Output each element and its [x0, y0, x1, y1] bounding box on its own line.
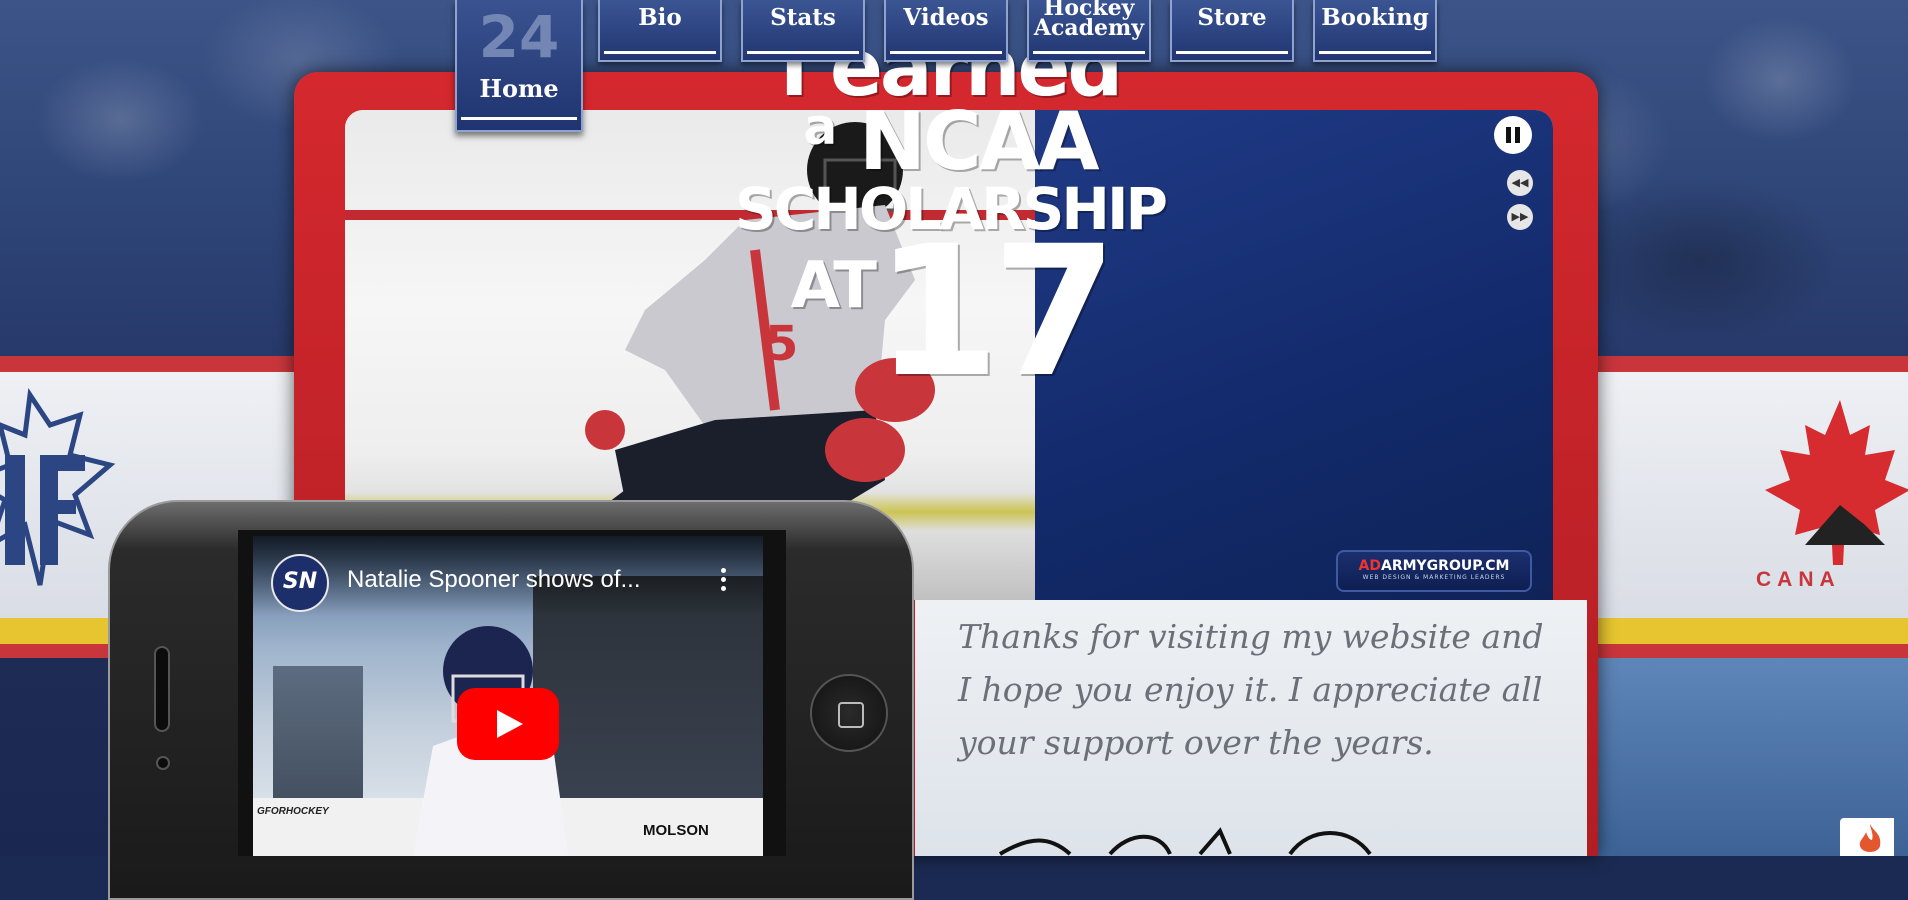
- nav-hockey-academy-label: Hockey Academy: [1033, 0, 1145, 41]
- nav-videos-label: Videos: [903, 4, 989, 31]
- nav-booking-tab[interactable]: Booking: [1313, 0, 1437, 62]
- nav-stripe: [604, 51, 716, 54]
- nav-home-tab[interactable]: 24 Home: [455, 0, 583, 132]
- fire-glyph: [1859, 824, 1881, 852]
- video-board-ad: GFORHOCKEY: [257, 806, 329, 817]
- maple-leafs-logo-fragment: [0, 388, 116, 586]
- nav-stats-label: Stats: [770, 4, 836, 31]
- nav-home-label: Home: [479, 74, 559, 103]
- phone-camera: [156, 756, 170, 770]
- adarmygroup-badge[interactable]: ADARMYGROUP.CM WEB DESIGN & MARKETING LE…: [1336, 550, 1532, 592]
- headline-line-2a: a: [803, 98, 837, 156]
- nav-stripe: [1033, 51, 1145, 54]
- jersey-number: 24: [478, 3, 560, 71]
- headline-line-5: 17: [874, 208, 1117, 417]
- nav-videos-tab[interactable]: Videos: [884, 0, 1008, 62]
- youtube-embed[interactable]: GFORHOCKEY MOLSON SN Natalie Spooner sho…: [253, 536, 763, 856]
- badge-tagline: WEB DESIGN & MARKETING LEADERS: [1362, 574, 1506, 581]
- canada-logo-text: CANA: [1756, 568, 1841, 591]
- nav-store-tab[interactable]: Store: [1170, 0, 1294, 62]
- badge-brand-end: M: [1495, 558, 1510, 574]
- nav-stripe: [890, 51, 1002, 54]
- nav-stripe: [747, 51, 859, 54]
- nav-stripe: [1176, 51, 1288, 54]
- badge-brand-white: ARMYGROUP.C: [1381, 558, 1496, 574]
- headline-line-4: AT: [790, 249, 877, 323]
- nav-store-label: Store: [1197, 4, 1267, 31]
- phone-home-button: [810, 674, 888, 752]
- nav-stripe: [1319, 51, 1431, 54]
- phone-speaker: [154, 646, 170, 732]
- nav-stripe: [461, 117, 577, 120]
- hero-headline: I earned a NCAA SCHOLARSHIP AT17: [730, 30, 1170, 417]
- headline-line-2: a NCAA: [730, 102, 1170, 182]
- badge-brand-red: AD: [1358, 558, 1381, 574]
- nav-bio-tab[interactable]: Bio: [598, 0, 722, 62]
- next-slide-icon[interactable]: ▶▶: [1507, 204, 1533, 230]
- welcome-message: Thanks for visiting my website and I hop…: [958, 617, 1544, 762]
- pause-icon[interactable]: [1494, 116, 1532, 154]
- signature-image: [998, 827, 1372, 856]
- fire-icon[interactable]: [1840, 818, 1894, 856]
- play-button-icon[interactable]: [457, 688, 559, 760]
- badge-brand: ADARMYGROUP.CM: [1338, 558, 1530, 574]
- more-options-icon[interactable]: [713, 564, 733, 598]
- nav-booking-label: Booking: [1321, 4, 1429, 31]
- video-title[interactable]: Natalie Spooner shows of...: [347, 566, 687, 594]
- previous-slide-icon[interactable]: ◀◀: [1507, 170, 1533, 196]
- channel-avatar[interactable]: SN: [271, 554, 329, 612]
- hockey-canada-logo: [1765, 400, 1908, 565]
- nav-bio-label: Bio: [638, 4, 682, 31]
- nav-hockey-academy-tab[interactable]: Hockey Academy: [1027, 0, 1151, 62]
- video-board-sponsor: MOLSON: [643, 822, 709, 839]
- nav-stats-tab[interactable]: Stats: [741, 0, 865, 62]
